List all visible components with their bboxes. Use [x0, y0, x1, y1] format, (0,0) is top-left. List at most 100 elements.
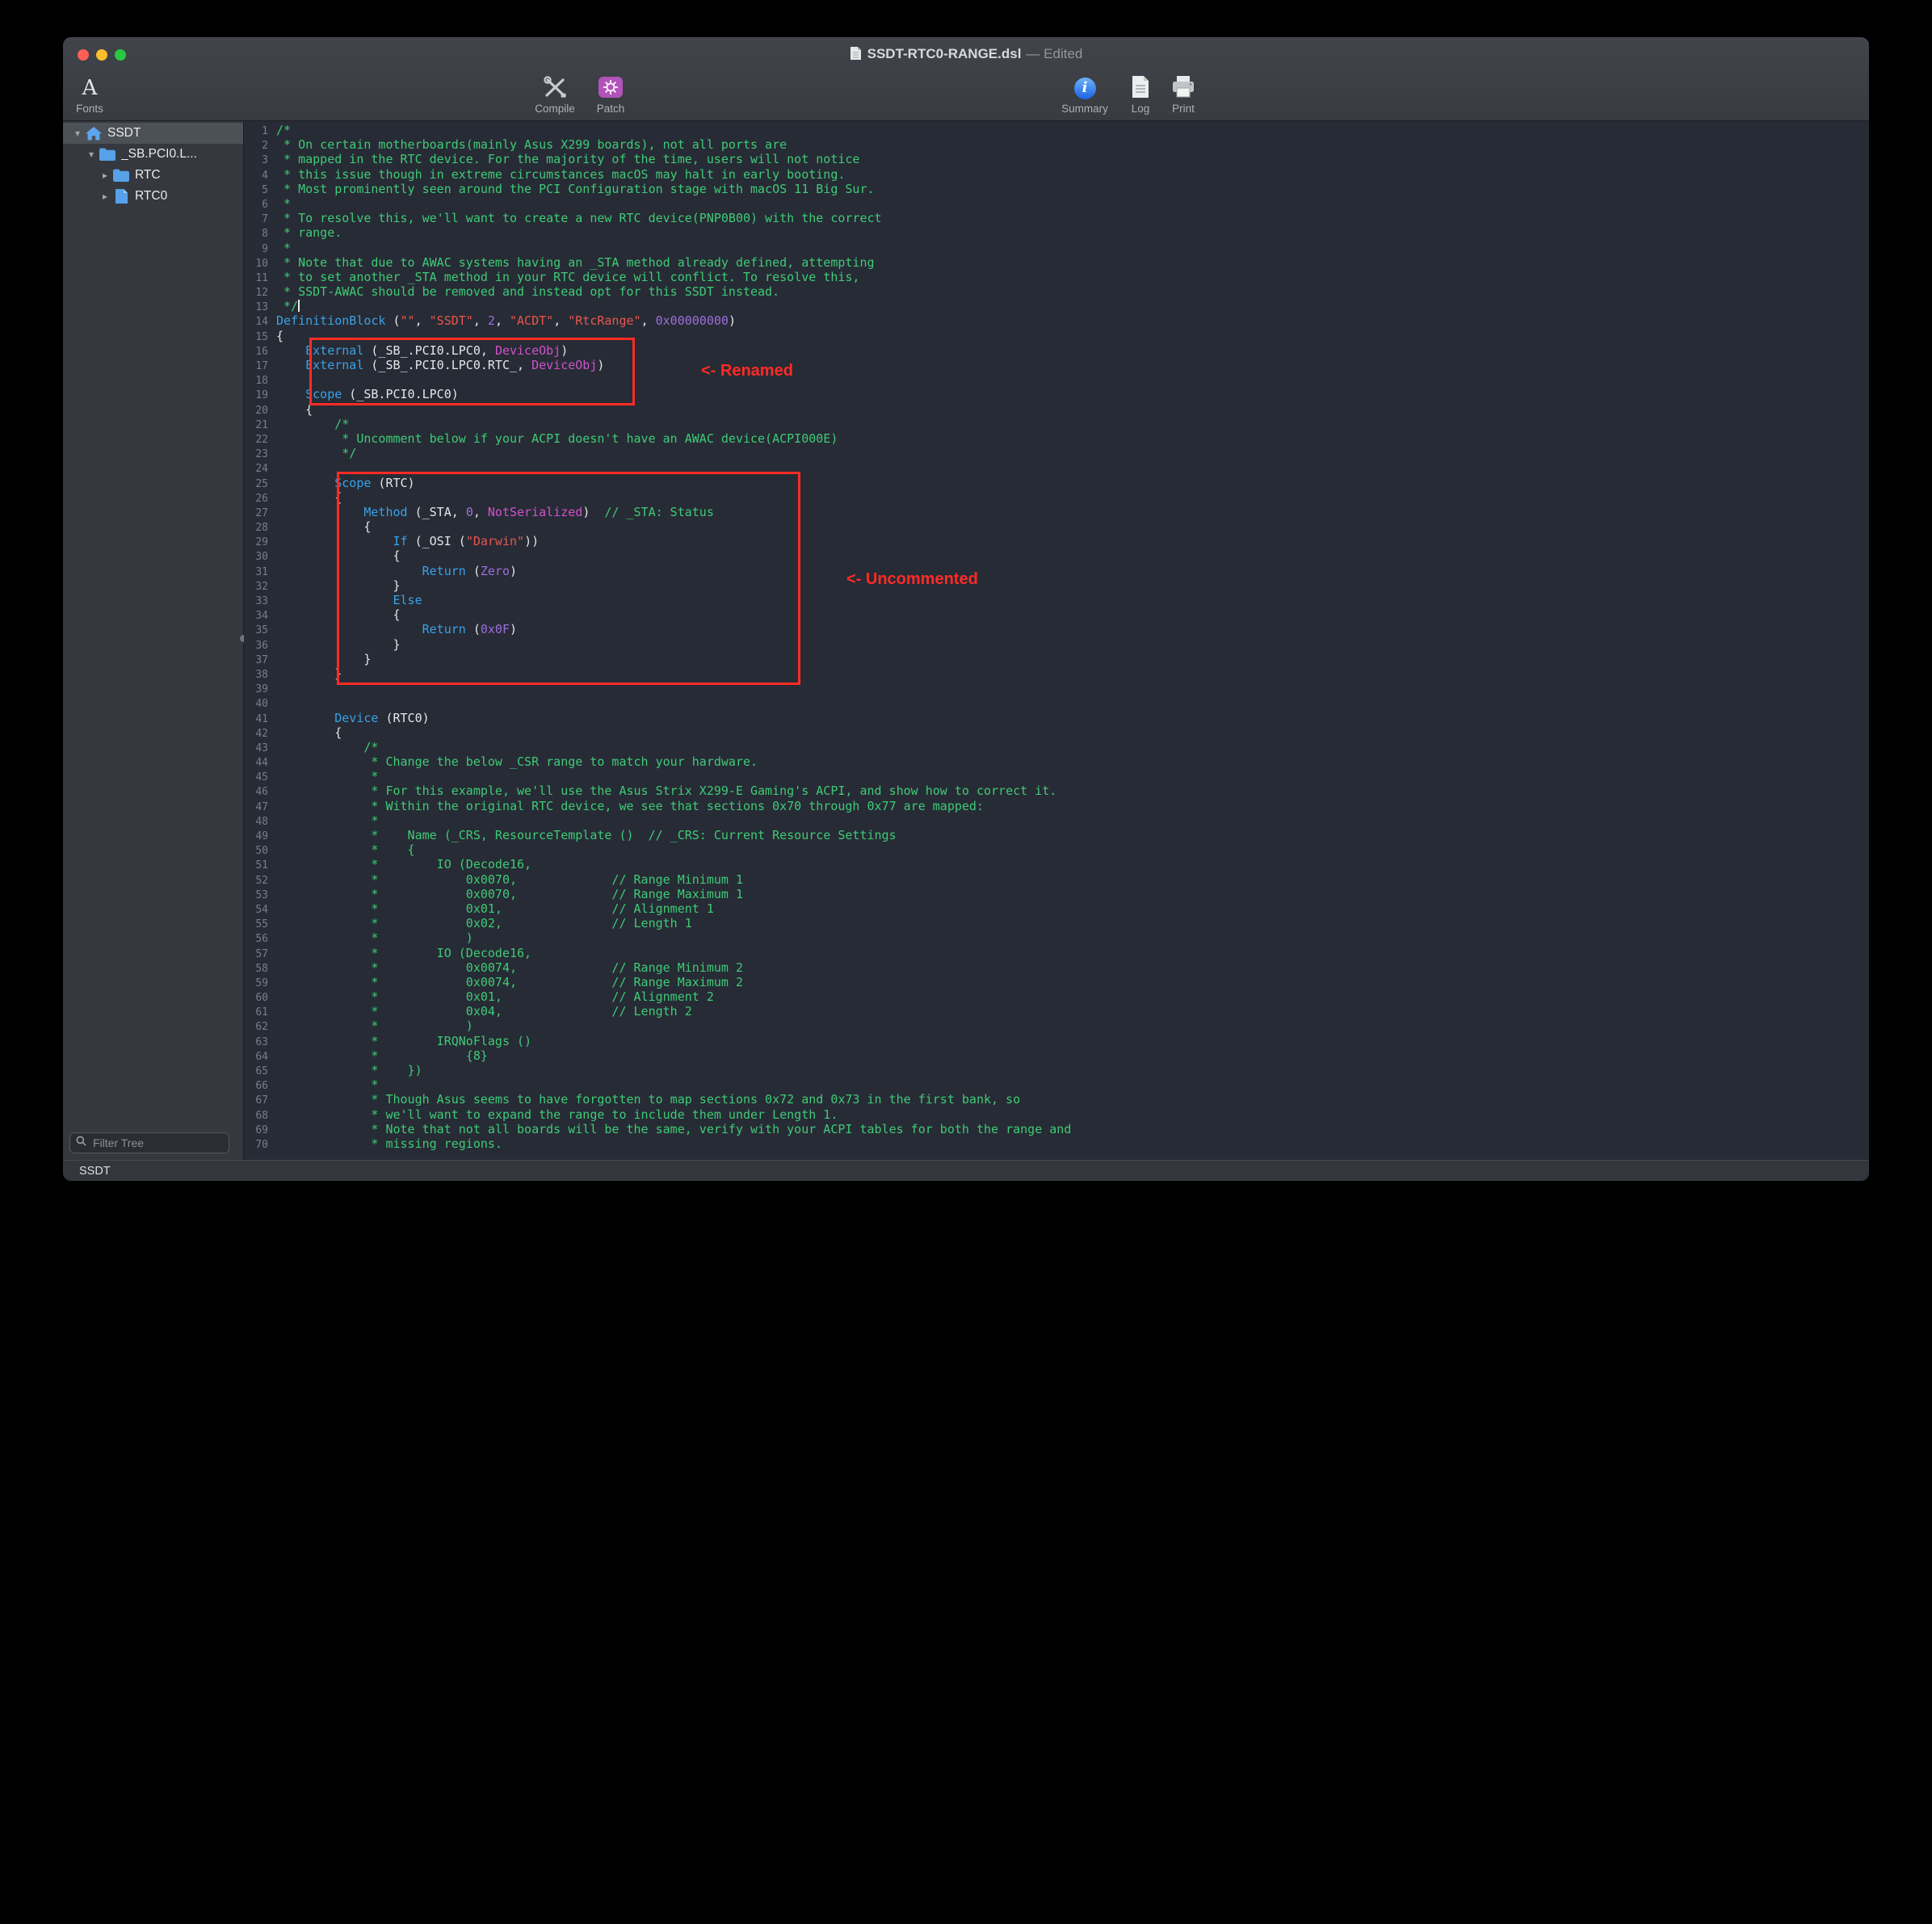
code-line[interactable]: 30 { [244, 548, 1869, 563]
code-line[interactable]: 70 * missing regions. [244, 1136, 1869, 1151]
code-line[interactable]: 53 * 0x0070, // Range Maximum 1 [244, 887, 1869, 901]
code-line[interactable]: 59 * 0x0074, // Range Maximum 2 [244, 975, 1869, 989]
code-line[interactable]: 28 { [244, 519, 1869, 534]
code-line[interactable]: 21 /* [244, 417, 1869, 431]
sidebar-item-rtc0[interactable]: ▸ RTC0 [63, 186, 243, 207]
code-editor[interactable]: 1/*2 * On certain motherboards(mainly As… [244, 121, 1869, 1160]
chevron-right-icon[interactable]: ▸ [99, 191, 111, 202]
code-line[interactable]: 46 * For this example, we'll use the Asu… [244, 783, 1869, 798]
code-line[interactable]: 65 * }) [244, 1063, 1869, 1078]
code-line[interactable]: 20 { [244, 402, 1869, 417]
code-line[interactable]: 34 { [244, 607, 1869, 622]
code-line[interactable]: 49 * Name (_CRS, ResourceTemplate () // … [244, 828, 1869, 842]
code-line[interactable]: 14DefinitionBlock ("", "SSDT", 2, "ACDT"… [244, 313, 1869, 328]
code-line[interactable]: 42 { [244, 725, 1869, 740]
code-line[interactable]: 26 { [244, 490, 1869, 505]
code-line[interactable]: 18 [244, 372, 1869, 387]
code-line[interactable]: 36 } [244, 637, 1869, 652]
code-line[interactable]: 23 */ [244, 446, 1869, 460]
code-line[interactable]: 52 * 0x0070, // Range Minimum 1 [244, 872, 1869, 887]
code-line[interactable]: 58 * 0x0074, // Range Minimum 2 [244, 960, 1869, 975]
code-line[interactable]: 40 [244, 695, 1869, 710]
code-line[interactable]: 31 Return (Zero) [244, 564, 1869, 578]
compile-button[interactable]: Compile [527, 74, 583, 115]
sidebar-tree: ▾SSDT▾_SB.PCI0.L...▸RTC▸RTC0 [63, 123, 243, 207]
code-line[interactable]: 66 * [244, 1078, 1869, 1092]
code-line[interactable]: 9 * [244, 241, 1869, 255]
code-line[interactable]: 6 * [244, 196, 1869, 211]
code-line[interactable]: 47 * Within the original RTC device, we … [244, 799, 1869, 813]
code-line[interactable]: 62 * ) [244, 1019, 1869, 1033]
folder-icon [111, 169, 131, 182]
code-line[interactable]: 11 * to set another _STA method in your … [244, 270, 1869, 284]
sidebar-item-label: SSDT [107, 126, 141, 141]
chevron-down-icon[interactable]: ▾ [71, 128, 84, 139]
code-line[interactable]: 22 * Uncomment below if your ACPI doesn'… [244, 431, 1869, 446]
code-line[interactable]: 54 * 0x01, // Alignment 1 [244, 901, 1869, 916]
code-line[interactable]: 7 * To resolve this, we'll want to creat… [244, 211, 1869, 225]
log-label: Log [1120, 103, 1161, 115]
code-line[interactable]: 2 * On certain motherboards(mainly Asus … [244, 137, 1869, 152]
log-button[interactable]: Log [1120, 74, 1161, 115]
code-line[interactable]: 60 * 0x01, // Alignment 2 [244, 989, 1869, 1004]
chevron-right-icon[interactable]: ▸ [99, 170, 111, 181]
code-line[interactable]: 48 * [244, 813, 1869, 828]
code-line[interactable]: 13 */ [244, 299, 1869, 313]
code-line[interactable]: 55 * 0x02, // Length 1 [244, 916, 1869, 930]
code-line[interactable]: 12 * SSDT-AWAC should be removed and ins… [244, 284, 1869, 299]
code-line[interactable]: 15{ [244, 329, 1869, 343]
code-line[interactable]: 5 * Most prominently seen around the PCI… [244, 182, 1869, 196]
code-line[interactable]: 27 Method (_STA, 0, NotSerialized) // _S… [244, 505, 1869, 519]
line-number: 56 [244, 932, 276, 947]
summary-button[interactable]: i Summary [1054, 74, 1115, 115]
code-line[interactable]: 67 * Though Asus seems to have forgotten… [244, 1092, 1869, 1107]
print-button[interactable]: Print [1163, 74, 1203, 115]
code-line[interactable]: 19 Scope (_SB.PCI0.LPC0) [244, 387, 1869, 401]
line-number: 24 [244, 462, 276, 477]
sidebar-item-label: RTC0 [135, 189, 167, 204]
code-line[interactable]: 29 If (_OSI ("Darwin")) [244, 534, 1869, 548]
code-line[interactable]: 4 * this issue though in extreme circums… [244, 167, 1869, 182]
code-line[interactable]: 8 * range. [244, 225, 1869, 240]
code-line[interactable]: 25 Scope (RTC) [244, 476, 1869, 490]
filter-tree-field[interactable] [69, 1132, 229, 1153]
code-line[interactable]: 16 External (_SB_.PCI0.LPC0, DeviceObj) [244, 343, 1869, 358]
code-line[interactable]: 51 * IO (Decode16, [244, 857, 1869, 872]
code-line[interactable]: 39 [244, 681, 1869, 695]
code-line[interactable]: 64 * {8} [244, 1048, 1869, 1063]
code-line[interactable]: 24 [244, 460, 1869, 475]
code-line[interactable]: 37 } [244, 652, 1869, 666]
code-line[interactable]: 33 Else [244, 593, 1869, 607]
chevron-down-icon[interactable]: ▾ [85, 149, 98, 160]
code-line[interactable]: 43 /* [244, 740, 1869, 754]
code-line[interactable]: 10 * Note that due to AWAC systems havin… [244, 255, 1869, 270]
code-line[interactable]: 57 * IO (Decode16, [244, 946, 1869, 960]
code-line[interactable]: 1/* [244, 123, 1869, 137]
code-line[interactable]: 44 * Change the below _CSR range to matc… [244, 754, 1869, 769]
code-line[interactable]: 68 * we'll want to expand the range to i… [244, 1107, 1869, 1122]
code-line[interactable]: 32 } [244, 578, 1869, 593]
status-bar: SSDT [63, 1160, 1869, 1181]
code-line[interactable]: 41 Device (RTC0) [244, 711, 1869, 725]
line-number: 41 [244, 712, 276, 727]
patch-button[interactable]: Patch [582, 74, 639, 115]
code-line[interactable]: 38 } [244, 666, 1869, 681]
patch-label: Patch [582, 103, 639, 115]
code-line[interactable]: 50 * { [244, 842, 1869, 857]
doc-icon [111, 189, 131, 204]
filter-tree-input[interactable] [91, 1136, 223, 1150]
window-header: SSDT-RTC0-RANGE.dsl— Edited A Fonts Comp… [63, 37, 1869, 121]
code-line[interactable]: 45 * [244, 769, 1869, 783]
sidebar-item-sb-pci0-l[interactable]: ▾_SB.PCI0.L... [63, 144, 243, 165]
fonts-button[interactable]: A Fonts [65, 74, 115, 115]
code-line[interactable]: 3 * mapped in the RTC device. For the ma… [244, 152, 1869, 166]
code-line[interactable]: 63 * IRQNoFlags () [244, 1034, 1869, 1048]
sidebar-item-ssdt[interactable]: ▾ SSDT [63, 123, 243, 144]
code-line[interactable]: 35 Return (0x0F) [244, 622, 1869, 636]
code-line[interactable]: 17 External (_SB_.PCI0.LPC0.RTC_, Device… [244, 358, 1869, 372]
line-number: 30 [244, 550, 276, 565]
sidebar-item-rtc[interactable]: ▸RTC [63, 165, 243, 186]
code-line[interactable]: 69 * Note that not all boards will be th… [244, 1122, 1869, 1136]
code-line[interactable]: 61 * 0x04, // Length 2 [244, 1004, 1869, 1019]
code-line[interactable]: 56 * ) [244, 930, 1869, 945]
